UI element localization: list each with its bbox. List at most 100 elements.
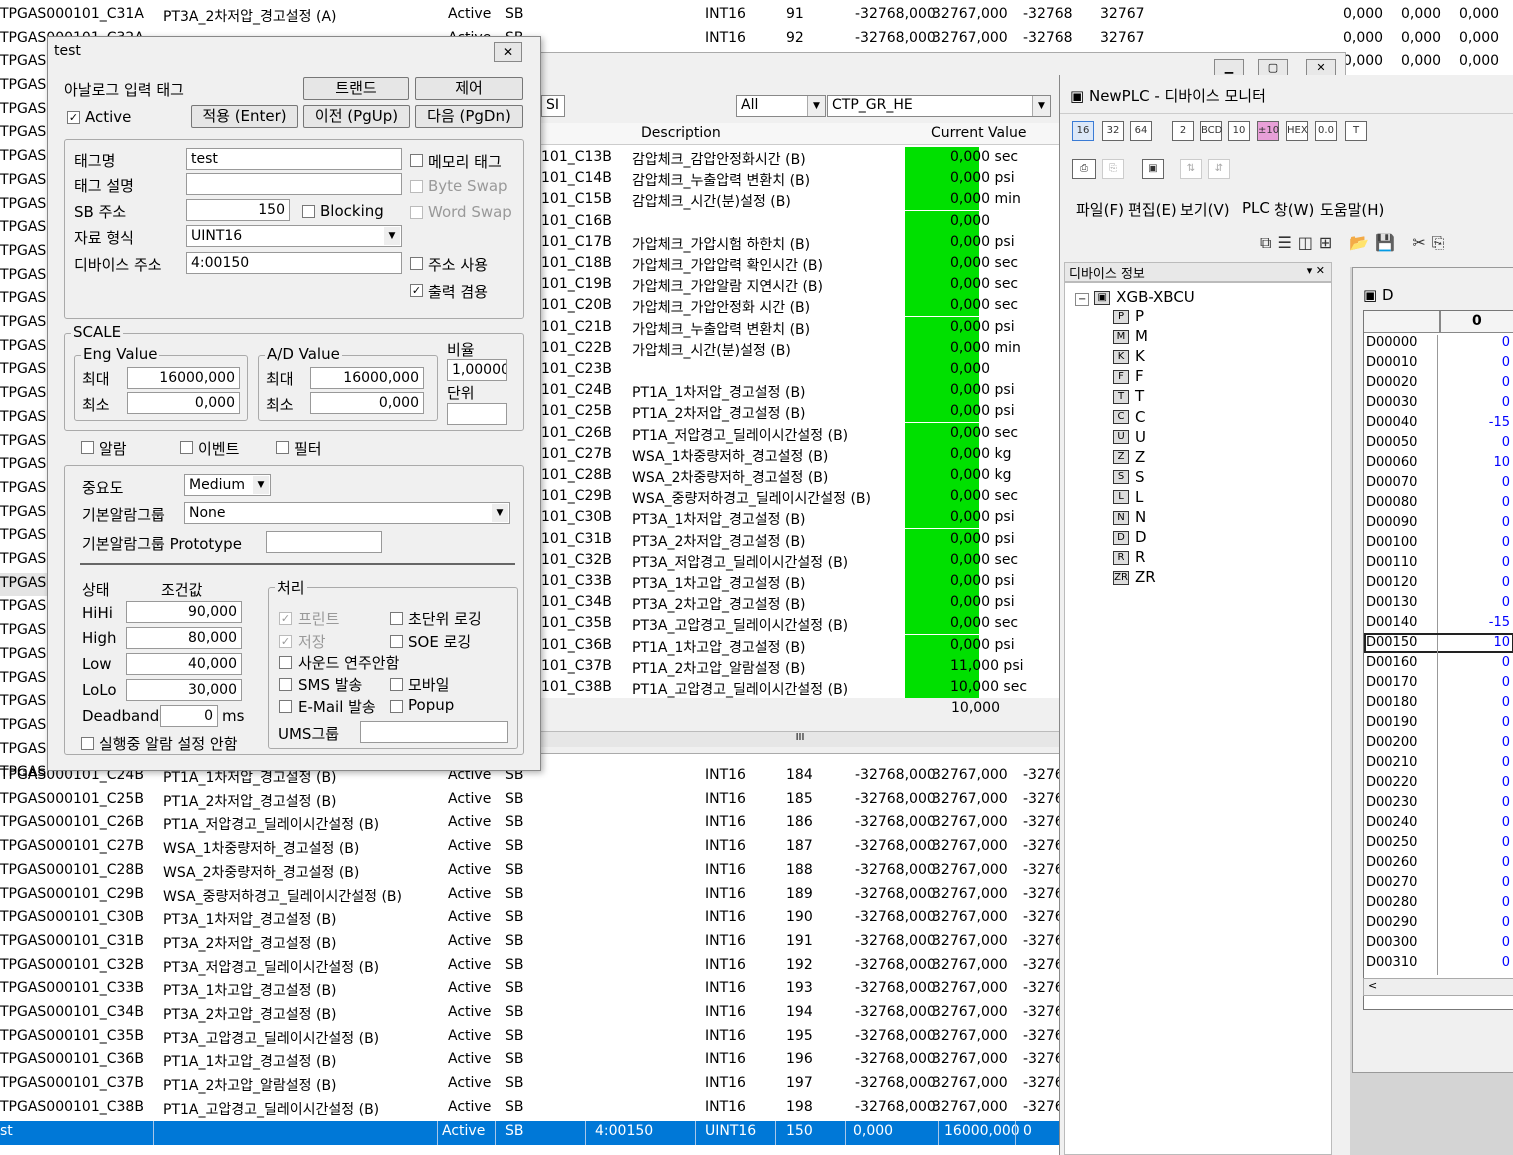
- grid-value[interactable]: 0: [1442, 355, 1510, 370]
- collapse-icon[interactable]: −: [1075, 293, 1090, 306]
- grid-row[interactable]: D00230 0: [1364, 793, 1513, 815]
- ums-input[interactable]: [360, 721, 508, 743]
- tree-item-zr[interactable]: ZR ZR: [1113, 568, 1156, 586]
- eng-max-input[interactable]: 16000,000: [127, 367, 240, 389]
- alarmgroup-select[interactable]: None ▼: [184, 502, 510, 524]
- tree-item-f[interactable]: FF: [1113, 367, 1144, 385]
- table-row[interactable]: TPGAS: [0, 265, 47, 289]
- grid-row[interactable]: D00210 0: [1364, 753, 1513, 775]
- grid-value[interactable]: 0: [1442, 815, 1510, 830]
- table-row[interactable]: 101_C15B 감압체크_시간(분)설정 (B) 0,000 min: [541, 189, 1059, 211]
- table-row[interactable]: 101_C37B PT1A_2차고압_알람설정 (B) 11,000 psi: [541, 655, 1059, 677]
- table-row[interactable]: TPGAS000101_C31A PT3A_2차저압_경고설정 (A) Active…: [0, 4, 1513, 28]
- table-row[interactable]: 101_C27B WSA_1차중량저하_경고설정 (B) 0,000 kg: [541, 443, 1059, 465]
- print-icon[interactable]: ⎙: [1072, 159, 1096, 179]
- tree-item-r[interactable]: RR: [1113, 548, 1145, 566]
- filter-checkbox[interactable]: [276, 441, 289, 454]
- tree-item-m[interactable]: MM: [1113, 327, 1148, 345]
- table-row[interactable]: 10,000: [541, 698, 1059, 718]
- grid-value[interactable]: 10: [1442, 455, 1510, 470]
- grid-row[interactable]: D00180 0: [1364, 693, 1513, 715]
- table-row[interactable]: 101_C29B WSA_중량저하경고_딜레이시간설정 (B) 0,000 sec: [541, 486, 1059, 508]
- format-button-2[interactable]: 64: [1130, 121, 1152, 141]
- active-checkbox[interactable]: ✓: [67, 111, 80, 124]
- deadband-input[interactable]: 0: [160, 705, 218, 727]
- tree-item-d[interactable]: DD: [1113, 528, 1147, 546]
- grid-row[interactable]: D00050 0: [1364, 433, 1513, 455]
- grid-value[interactable]: -15: [1442, 415, 1510, 430]
- grid-value[interactable]: 0: [1442, 535, 1510, 550]
- soe-log-checkbox[interactable]: [390, 635, 403, 648]
- grid-value[interactable]: 0: [1442, 515, 1510, 530]
- table-row[interactable]: 101_C13B 감압체크_감압안정화시간 (B) 0,000 sec: [541, 147, 1059, 168]
- grid-value[interactable]: 0: [1442, 375, 1510, 390]
- hihi-input[interactable]: 90,000: [126, 601, 242, 623]
- grid-value[interactable]: -15: [1442, 615, 1510, 630]
- grid-value[interactable]: 0: [1442, 715, 1510, 730]
- tagname-input[interactable]: test: [186, 148, 402, 170]
- grid-row[interactable]: D00160 0: [1364, 653, 1513, 675]
- tree-item-n[interactable]: NN: [1113, 508, 1146, 526]
- menu-item[interactable]: 도움말(H): [1320, 199, 1384, 220]
- grid-value[interactable]: 0: [1442, 555, 1510, 570]
- table-row[interactable]: TPGAS: [0, 170, 47, 194]
- grid-value[interactable]: 0: [1442, 655, 1510, 670]
- grid-value[interactable]: 0: [1442, 575, 1510, 590]
- table-row[interactable]: TPGAS: [0, 241, 47, 265]
- table-row[interactable]: TPGAS: [0, 644, 47, 668]
- grid-value[interactable]: 0: [1442, 955, 1510, 970]
- tree-item-u[interactable]: UU: [1113, 428, 1146, 446]
- ratio-input[interactable]: 1,000000: [447, 359, 507, 381]
- horizontal-scrollbar[interactable]: III: [541, 731, 1059, 747]
- format-button-9[interactable]: T: [1345, 121, 1367, 141]
- table-row[interactable]: 101_C24B PT1A_1차저압_경고설정 (B) 0,000 psi: [541, 380, 1059, 402]
- grid-value[interactable]: 0: [1442, 495, 1510, 510]
- grid-value[interactable]: 0: [1442, 915, 1510, 930]
- grid-row[interactable]: D00130 0: [1364, 593, 1513, 615]
- table-row[interactable]: 101_C14B 감압체크_누출압력 변환치 (B) 0,000 psi: [541, 168, 1059, 190]
- grid-value[interactable]: 0: [1442, 395, 1510, 410]
- table-row[interactable]: TPGAS: [0, 217, 47, 241]
- grid-row[interactable]: D00010 0: [1364, 353, 1513, 375]
- grid-row[interactable]: D00240 0: [1364, 813, 1513, 835]
- grid-row[interactable]: D00200 0: [1364, 733, 1513, 755]
- grid-row[interactable]: D00110 0: [1364, 553, 1513, 575]
- table-row[interactable]: TPGAS: [0, 478, 47, 502]
- table-row[interactable]: TPGAS: [0, 407, 47, 431]
- grid-row[interactable]: D00220 0: [1364, 773, 1513, 795]
- grid-value[interactable]: 0: [1442, 435, 1510, 450]
- table-row[interactable]: TPGAS: [0, 122, 47, 146]
- table-row[interactable]: 101_C28B WSA_2차중량저하_경고설정 (B) 0,000 kg: [541, 465, 1059, 486]
- table-row[interactable]: 101_C19B 가압체크_가압알람 지연시간 (B) 0,000 sec: [541, 274, 1059, 296]
- col-current-value[interactable]: Current Value: [931, 125, 1026, 141]
- grid-row[interactable]: D00140 -15: [1364, 613, 1513, 635]
- prev-button[interactable]: 이전 (PgUp): [303, 105, 410, 128]
- table-row[interactable]: 101_C18B 가압체크_가압압력 확인시간 (B) 0,000 sec: [541, 253, 1059, 274]
- table-row[interactable]: TPGAS: [0, 146, 47, 170]
- filter-tag-combo[interactable]: CTP_GR_HE ▼: [827, 95, 1051, 117]
- unit-input[interactable]: [447, 403, 507, 425]
- email-checkbox[interactable]: [279, 700, 292, 713]
- grid-value[interactable]: 0: [1442, 755, 1510, 770]
- table-row[interactable]: TPGAS: [0, 668, 47, 692]
- tree-root[interactable]: − ▣ XGB-XBCU: [1075, 288, 1195, 306]
- table-row[interactable]: TPGAS: [0, 596, 47, 620]
- ad-max-input[interactable]: 16000,000: [310, 367, 424, 389]
- menu-item[interactable]: 보기(V): [1180, 199, 1230, 220]
- table-row[interactable]: 101_C30B PT3A_1차저압_경고설정 (B) 0,000 psi: [541, 507, 1059, 529]
- output-checkbox[interactable]: ✓: [410, 284, 423, 297]
- preview-icon[interactable]: ⎘: [1102, 159, 1124, 179]
- grid-value[interactable]: 0: [1442, 935, 1510, 950]
- tree-item-c[interactable]: CC: [1113, 408, 1145, 426]
- dialog-close-button[interactable]: ✕: [494, 42, 522, 62]
- table-row[interactable]: TPGAS: [0, 502, 47, 526]
- grid-row[interactable]: D00090 0: [1364, 513, 1513, 535]
- filter-partial[interactable]: SI: [541, 95, 565, 117]
- grid-row[interactable]: D00250 0: [1364, 833, 1513, 855]
- event-checkbox[interactable]: [180, 441, 193, 454]
- apply-button[interactable]: 적용 (Enter): [191, 105, 298, 128]
- alarm-checkbox[interactable]: [81, 441, 94, 454]
- grid-value[interactable]: 0: [1442, 855, 1510, 870]
- table-row[interactable]: TPGAS: [0, 431, 47, 455]
- table-row[interactable]: TPGAS: [0, 383, 47, 407]
